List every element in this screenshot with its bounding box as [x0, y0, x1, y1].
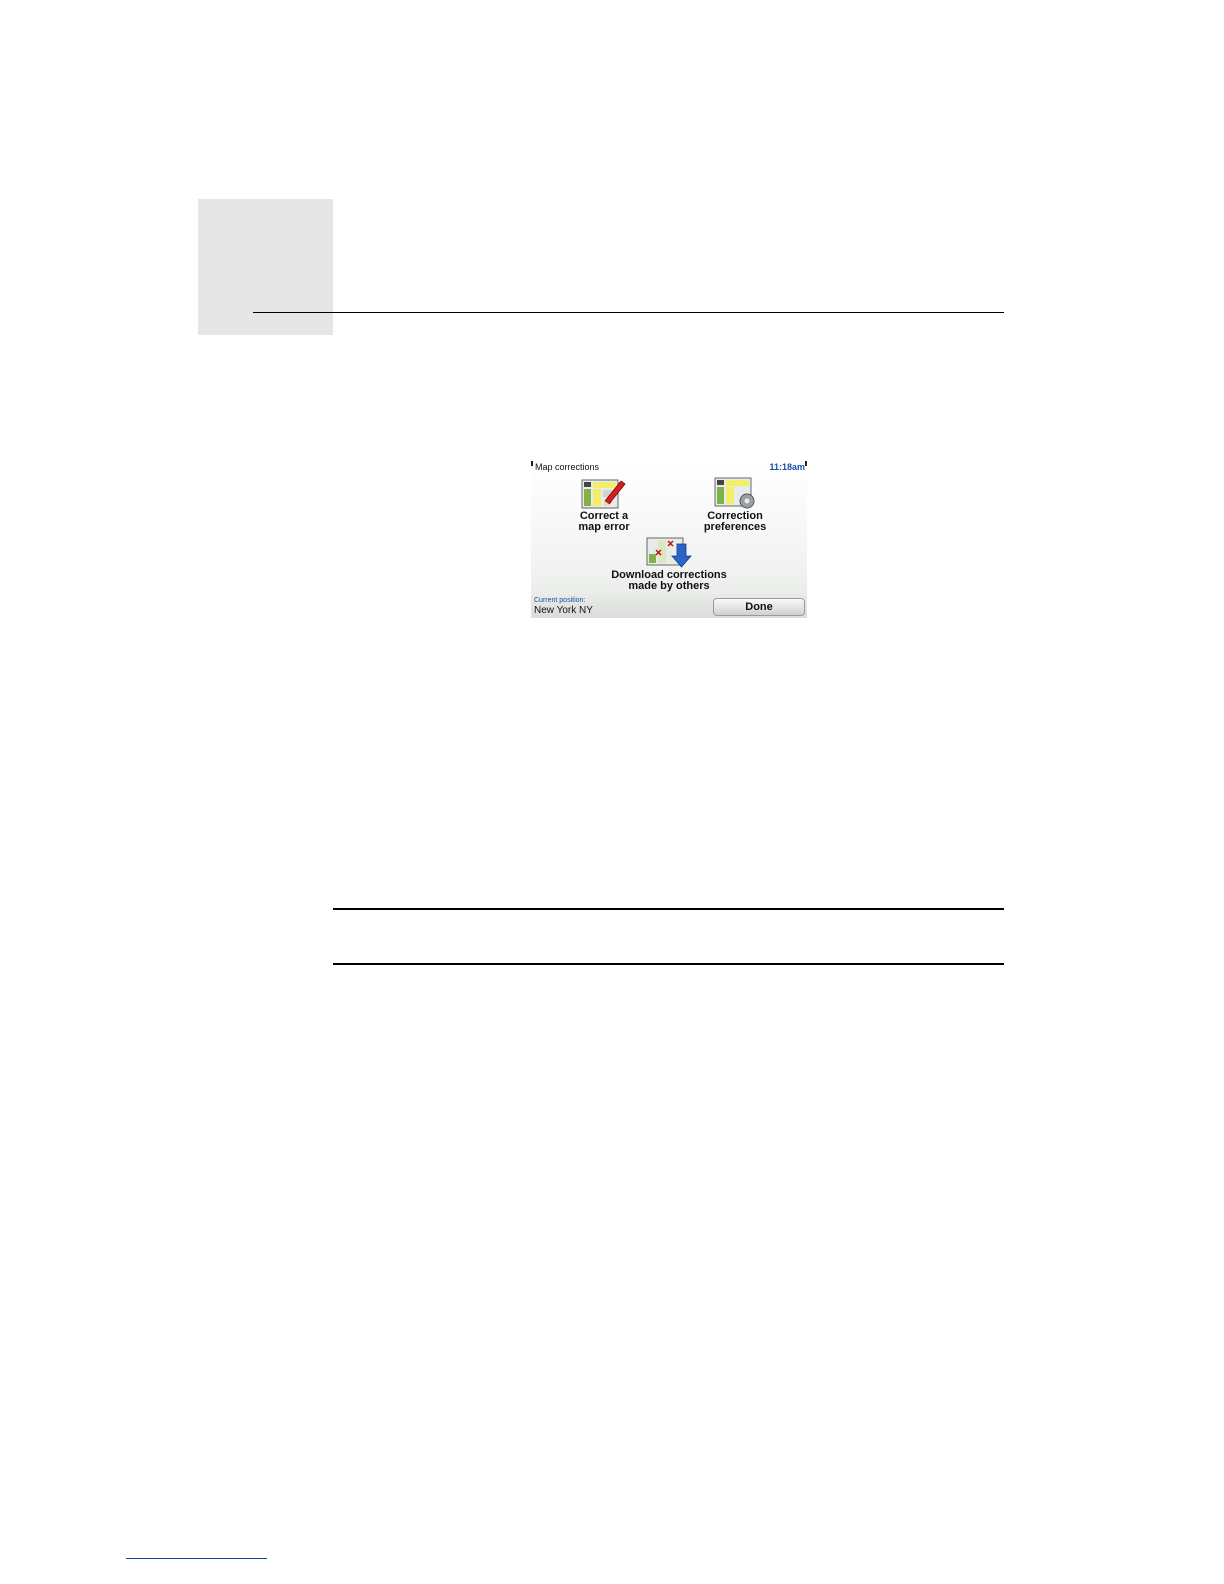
note-top-rule — [333, 908, 1004, 910]
chapter-number-box — [198, 199, 333, 335]
map-corrections-screen: Map corrections 11:18am Correct a map er… — [531, 460, 807, 618]
map-download-icon — [646, 537, 692, 568]
corner-mark-right — [805, 461, 807, 466]
chapter-title-rule — [253, 312, 1004, 313]
done-button[interactable]: Done — [713, 598, 805, 616]
correction-preferences-label-2: preferences — [703, 521, 767, 533]
screen-title: Map corrections — [535, 462, 600, 472]
status-bar: Current position: New York NY Done — [531, 595, 807, 618]
correct-map-error-button[interactable]: Correct a map error — [561, 477, 647, 533]
correction-preferences-button[interactable]: Correction preferences — [691, 477, 779, 533]
map-gear-icon — [714, 477, 755, 509]
corner-mark-left — [531, 461, 533, 466]
clock: 11:18am — [769, 462, 805, 472]
download-corrections-button[interactable]: Download corrections made by others — [599, 536, 739, 592]
download-corrections-label-2: made by others — [628, 580, 710, 592]
note-bottom-rule — [333, 963, 1004, 965]
current-position-label: Current position: — [534, 597, 586, 604]
footer-link-line — [126, 1558, 267, 1559]
current-position-value: New York NY — [534, 605, 593, 616]
map-pencil-icon — [581, 479, 626, 509]
correct-map-error-label-2: map error — [578, 521, 630, 533]
